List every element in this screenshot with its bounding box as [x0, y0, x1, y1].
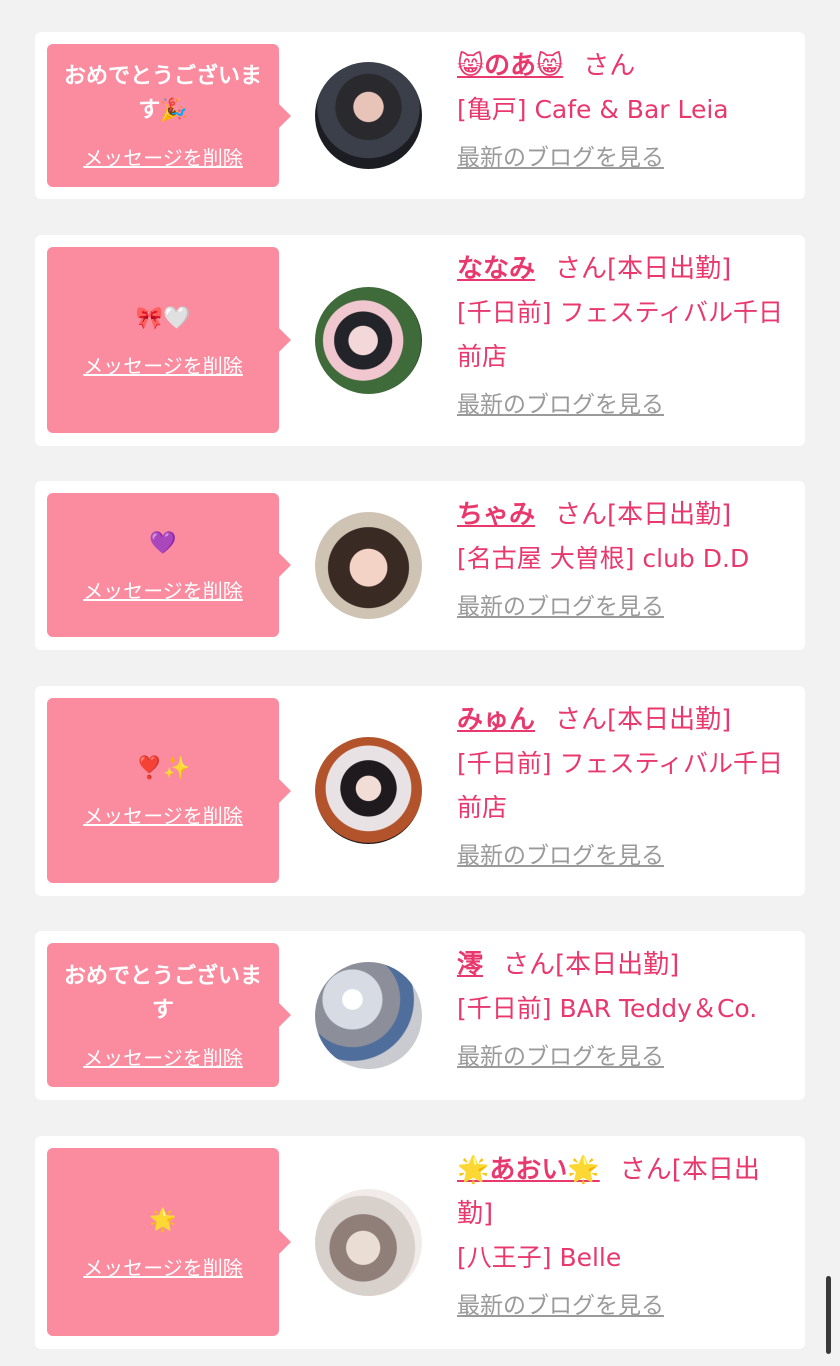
blog-link[interactable]: 最新のブログを見る — [457, 1039, 789, 1075]
message-text: ❣️✨ — [135, 756, 191, 781]
message-text: 🎀🤍 — [135, 305, 191, 331]
delete-message-link[interactable]: メッセージを削除 — [83, 1252, 243, 1281]
delete-message-link[interactable]: メッセージを削除 — [83, 350, 243, 379]
avatar[interactable] — [315, 1189, 422, 1296]
honorific: さん — [583, 51, 636, 81]
avatar[interactable] — [315, 287, 422, 394]
shop-name: [千日前] フェスティバル千日前店 — [457, 298, 783, 371]
honorific: さん — [555, 254, 608, 284]
delete-message-link[interactable]: メッセージを削除 — [83, 575, 243, 604]
delete-message-link[interactable]: メッセージを削除 — [83, 142, 243, 171]
cast-name-link[interactable]: ちゃみ — [457, 500, 535, 530]
status-badge: [本日出勤] — [555, 950, 680, 980]
avatar[interactable] — [315, 512, 422, 619]
avatar[interactable] — [315, 62, 422, 169]
blog-link[interactable]: 最新のブログを見る — [457, 140, 789, 176]
shop-name: [八王子] Belle — [457, 1243, 622, 1272]
list-item: おめでとうございます メッセージを削除 澪さん[本日出勤] [千日前] BAR … — [35, 931, 805, 1100]
message-text: おめでとうございます🎉 — [63, 64, 262, 123]
honorific: さん — [503, 950, 556, 980]
shop-name: [千日前] フェスティバル千日前店 — [457, 749, 783, 822]
shop-name: [亀戸] Cafe & Bar Leia — [457, 95, 729, 124]
blog-link[interactable]: 最新のブログを見る — [457, 387, 789, 423]
message-text: 🌟 — [149, 1207, 177, 1233]
message-bubble: 💜 メッセージを削除 — [47, 493, 291, 637]
list-item: ❣️✨ メッセージを削除 みゅん さん[本日出勤] [千日前] フェスティバル千日… — [35, 686, 805, 896]
honorific: さん — [619, 1155, 672, 1185]
status-badge: [本日出勤] — [607, 705, 732, 735]
delete-message-link[interactable]: メッセージを削除 — [83, 800, 243, 829]
message-bubble: 🎀🤍 メッセージを削除 — [47, 247, 291, 433]
shop-name: [名古屋 大曽根] club D.D — [457, 544, 750, 573]
scrollbar[interactable] — [826, 1276, 831, 1354]
avatar[interactable] — [315, 737, 422, 844]
message-bubble: おめでとうございます メッセージを削除 — [47, 943, 291, 1087]
cast-name-link[interactable]: ななみ — [457, 254, 535, 284]
list-item: 🎀🤍 メッセージを削除 ななみ さん[本日出勤] [千日前] フェスティバル千日前… — [35, 235, 805, 446]
shop-name: [千日前] BAR Teddy＆Co. — [457, 994, 758, 1023]
list-item: 🌟 メッセージを削除 🌟あおい🌟 さん[本日出勤] [八王子] Belle 最新の… — [35, 1136, 805, 1349]
message-bubble: ❣️✨ メッセージを削除 — [47, 698, 291, 883]
honorific: さん — [555, 705, 608, 735]
avatar[interactable] — [315, 962, 422, 1069]
cast-name-link[interactable]: 澪 — [457, 950, 483, 980]
cast-name-link[interactable]: みゅん — [457, 705, 535, 735]
honorific: さん — [555, 500, 608, 530]
blog-link[interactable]: 最新のブログを見る — [457, 589, 789, 625]
cast-name-link[interactable]: 🌟あおい🌟 — [457, 1155, 600, 1185]
list-item: 💜 メッセージを削除 ちゃみ さん[本日出勤] [名古屋 大曽根] club D.… — [35, 481, 805, 650]
message-text: 💜 — [149, 530, 177, 556]
status-badge: [本日出勤] — [607, 500, 732, 530]
list-item: おめでとうございます🎉 メッセージを削除 😸のあ😸 さん [亀戸] Cafe & … — [35, 32, 805, 199]
message-bubble: おめでとうございます🎉 メッセージを削除 — [47, 44, 291, 187]
delete-message-link[interactable]: メッセージを削除 — [83, 1042, 243, 1071]
message-bubble: 🌟 メッセージを削除 — [47, 1148, 291, 1336]
cast-name-link[interactable]: 😸のあ😸 — [457, 51, 563, 81]
status-badge: [本日出勤] — [607, 254, 732, 284]
message-text: おめでとうございます — [63, 963, 262, 1023]
blog-link[interactable]: 最新のブログを見る — [457, 1288, 789, 1324]
blog-link[interactable]: 最新のブログを見る — [457, 838, 789, 874]
